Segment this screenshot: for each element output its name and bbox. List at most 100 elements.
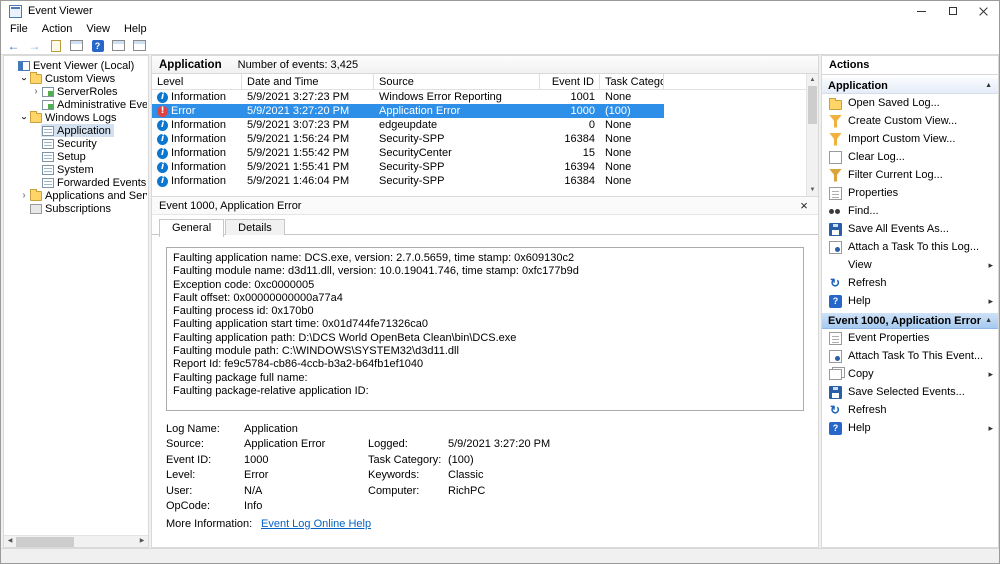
export-list-icon[interactable]: [47, 38, 64, 53]
actions-pane: Actions Application Open Saved Log... Cr…: [821, 55, 999, 548]
action-attach-task-to-log[interactable]: Attach a Task To this Log...: [822, 238, 998, 256]
minimize-icon: [917, 10, 926, 12]
tree-item-custom-views[interactable]: Custom Views: [5, 71, 147, 85]
scroll-up-icon[interactable]: [807, 74, 818, 86]
expander-icon[interactable]: [19, 191, 29, 201]
titlebar: Event Viewer: [1, 1, 999, 21]
action-icon: [829, 168, 842, 182]
level-label: Information: [171, 161, 227, 173]
field-label: Log Name:: [166, 422, 220, 435]
column-header[interactable]: Event ID: [540, 74, 600, 89]
action-label: Properties: [848, 187, 899, 199]
event-count: Number of events: 3,425: [237, 58, 359, 71]
event-row[interactable]: Information 5/9/2021 3:07:23 PM edgeupda…: [152, 118, 664, 132]
action-refresh[interactable]: Refresh: [822, 274, 998, 292]
scroll-left-icon[interactable]: [4, 536, 16, 547]
vertical-scroll-thumb[interactable]: [808, 86, 817, 124]
tree-item-serverroles[interactable]: ServerRoles: [5, 85, 147, 98]
event-row[interactable]: Information 5/9/2021 1:56:24 PM Security…: [152, 132, 664, 146]
event-row[interactable]: Error 5/9/2021 3:27:20 PM Application Er…: [152, 104, 664, 118]
action-copy[interactable]: Copy: [822, 365, 998, 383]
column-header[interactable]: Level: [152, 74, 242, 89]
menu-item[interactable]: View: [79, 22, 117, 36]
tree-item-administrative-events[interactable]: Administrative Events: [5, 98, 147, 111]
horizontal-scroll-thumb[interactable]: [16, 537, 74, 547]
expander-icon[interactable]: [31, 87, 41, 97]
preview-pane-icon[interactable]: [131, 38, 148, 53]
menu-item[interactable]: File: [3, 22, 35, 36]
action-filter-current-log[interactable]: Filter Current Log...: [822, 166, 998, 184]
tree-node-label: ServerRoles: [57, 85, 118, 98]
level-icon: [157, 119, 168, 131]
expander-icon[interactable]: [19, 113, 29, 123]
event-row[interactable]: Information 5/9/2021 3:27:23 PM Windows …: [152, 90, 664, 104]
scroll-right-icon[interactable]: [136, 536, 148, 547]
close-button[interactable]: [968, 1, 999, 21]
field-value: 1000: [244, 453, 269, 466]
tree-item-forwarded-events[interactable]: Forwarded Events: [5, 176, 147, 189]
action-save-all-events-as[interactable]: Save All Events As...: [822, 220, 998, 238]
tree-item-security[interactable]: Security: [5, 137, 147, 150]
tree-item-application[interactable]: Application: [5, 124, 147, 137]
action-clear-log[interactable]: Clear Log...: [822, 148, 998, 166]
tree-item-subscriptions[interactable]: Subscriptions: [5, 202, 147, 215]
action-view[interactable]: View: [822, 256, 998, 274]
action-create-custom-view[interactable]: Create Custom View...: [822, 112, 998, 130]
action-label: Attach Task To This Event...: [848, 350, 984, 362]
field-label: Level:: [166, 469, 196, 482]
minimize-button[interactable]: [906, 1, 937, 21]
action-label: Import Custom View...: [848, 133, 956, 145]
action-refresh-2[interactable]: Refresh: [822, 401, 998, 419]
column-header[interactable]: Task Category: [600, 74, 664, 89]
collapse-icon[interactable]: [985, 317, 992, 324]
preview-title: Event 1000, Application Error: [159, 199, 302, 212]
collapse-icon[interactable]: [985, 82, 992, 89]
maximize-button[interactable]: [937, 1, 968, 21]
event-row[interactable]: Information 5/9/2021 1:55:42 PM Security…: [152, 146, 664, 160]
back-icon[interactable]: ←: [5, 38, 22, 53]
tree-item-windows-logs[interactable]: Windows Logs: [5, 110, 147, 124]
description-line: Faulting module path: C:\WINDOWS\SYSTEM3…: [173, 345, 459, 358]
help-icon[interactable]: ?: [89, 38, 106, 53]
menu-item[interactable]: Help: [117, 22, 154, 36]
action-label: Help: [848, 295, 871, 307]
action-properties[interactable]: Properties: [822, 184, 998, 202]
action-attach-task-to-event[interactable]: Attach Task To This Event...: [822, 347, 998, 365]
menu-item[interactable]: Action: [35, 22, 80, 36]
actions-section-event[interactable]: Event 1000, Application Error: [822, 312, 998, 329]
action-icon: [829, 385, 842, 399]
event-list-panel: Application Number of events: 3,425 Leve…: [151, 55, 819, 548]
event-log-online-help-link[interactable]: Event Log Online Help: [261, 518, 371, 530]
tree-horizontal-scrollbar[interactable]: [4, 535, 148, 547]
event-row[interactable]: Information 5/9/2021 1:46:04 PM Security…: [152, 174, 664, 188]
action-import-custom-view[interactable]: Import Custom View...: [822, 130, 998, 148]
expander-icon[interactable]: [19, 74, 29, 84]
event-row[interactable]: Information 5/9/2021 1:55:41 PM Security…: [152, 160, 664, 174]
action-label: Event Properties: [848, 332, 930, 344]
scroll-down-icon[interactable]: [807, 184, 818, 196]
action-save-selected-events[interactable]: Save Selected Events...: [822, 383, 998, 401]
action-help[interactable]: Help: [822, 292, 998, 310]
tree-item-applications-and-services-logs[interactable]: Applications and Services Lo: [5, 188, 147, 202]
forward-icon[interactable]: →: [26, 38, 43, 53]
field-value: Info: [244, 500, 263, 513]
close-preview-icon[interactable]: [797, 199, 811, 213]
tree-item-system[interactable]: System: [5, 163, 147, 176]
console-tree-icon[interactable]: [68, 38, 85, 53]
field-label: OpCode:: [166, 500, 211, 513]
action-find[interactable]: Find...: [822, 202, 998, 220]
action-open-saved-log[interactable]: Open Saved Log...: [822, 94, 998, 112]
action-event-properties[interactable]: Event Properties: [822, 329, 998, 347]
show-action-pane-icon[interactable]: [110, 38, 127, 53]
tab[interactable]: General: [159, 219, 225, 237]
action-help-2[interactable]: Help: [822, 419, 998, 437]
event-list-scrollbar[interactable]: [806, 74, 818, 196]
column-header[interactable]: Date and Time: [242, 74, 374, 89]
tree-item-event-viewer-local[interactable]: Event Viewer (Local): [5, 59, 147, 72]
event-id: 16384: [564, 175, 595, 187]
field-row: Source: Application Error Logged: 5/9/20…: [166, 437, 804, 453]
actions-section-application[interactable]: Application: [822, 77, 998, 94]
action-icon: [829, 205, 842, 218]
column-header[interactable]: Source: [374, 74, 540, 89]
tree-item-setup[interactable]: Setup: [5, 150, 147, 163]
